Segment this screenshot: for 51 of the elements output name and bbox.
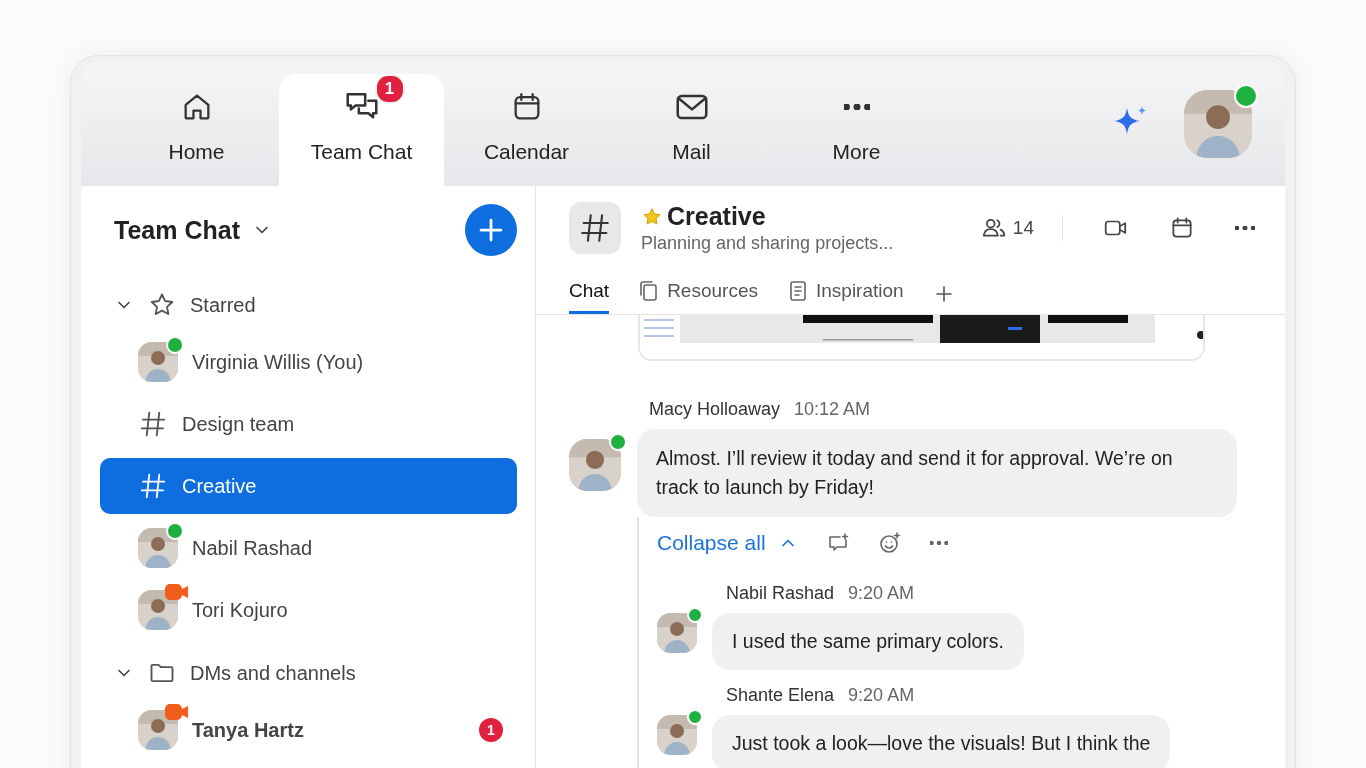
more-icon xyxy=(843,104,870,110)
message-bubble: Just took a look—love the visuals! But I think the xyxy=(712,715,1171,768)
section-label: DMs and channels xyxy=(190,661,356,685)
nav-tab[interactable]: Mail xyxy=(609,74,774,186)
avatar xyxy=(138,528,178,568)
hash-icon xyxy=(578,211,612,245)
hash-icon xyxy=(138,409,168,439)
message-time: 9:20 AM xyxy=(848,685,915,706)
message-bubble: I used the same primary colors. xyxy=(712,613,1025,670)
unread-badge: 1 xyxy=(479,718,503,742)
channel-title: Creative xyxy=(667,202,766,231)
emoji-icon[interactable] xyxy=(877,531,902,555)
sidebar-item[interactable]: Nabil Rashad xyxy=(100,520,517,576)
calendar-icon[interactable] xyxy=(1169,215,1195,241)
avatar xyxy=(569,439,621,491)
sidebar-item[interactable]: Creative xyxy=(100,458,517,514)
author-name: Macy Holloaway xyxy=(649,399,781,420)
avatar xyxy=(1184,89,1252,158)
nav-tab[interactable]: Home xyxy=(114,74,279,186)
message-time: 9:20 AM xyxy=(848,583,915,604)
nav-tab[interactable]: Calendar xyxy=(444,74,609,186)
avatar xyxy=(138,710,178,750)
sidebar-item[interactable]: Tanya Hartz 1 xyxy=(100,702,517,758)
avatar xyxy=(138,342,178,382)
members-button[interactable]: 14 xyxy=(980,215,1063,241)
new-chat-button[interactable] xyxy=(465,204,517,256)
avatar xyxy=(657,715,697,755)
nav-tab[interactable]: 1 Team Chat xyxy=(279,74,444,186)
section-label: Starred xyxy=(190,293,256,317)
collapse-button[interactable]: Collapse all xyxy=(657,531,798,555)
hash-icon xyxy=(138,471,168,501)
sidebar-item[interactable]: Design team xyxy=(100,396,517,452)
channel-tab[interactable]: Inspiration xyxy=(785,271,904,314)
channel-tab[interactable]: Resources xyxy=(637,271,758,314)
author-name: Nabil Rashad xyxy=(726,583,835,604)
message-bubble: Almost. I’ll review it today and send it for approval. We’re on track to launch by Friday! xyxy=(637,429,1237,517)
more-icon[interactable] xyxy=(929,541,948,545)
author-name: Shante Elena xyxy=(726,685,835,706)
notification-badge: 1 xyxy=(374,74,405,104)
section-header[interactable]: Starred xyxy=(100,276,517,334)
sidebar-item[interactable]: Tori Kojuro xyxy=(100,582,517,638)
channel-tab[interactable]: Chat xyxy=(569,271,610,314)
avatar xyxy=(138,590,178,630)
channel-description: Planning and sharing projects... xyxy=(641,233,894,254)
avatar xyxy=(657,613,697,653)
sidebar-title[interactable]: Team Chat xyxy=(114,215,240,245)
section-header[interactable]: DMs and channels xyxy=(100,644,517,702)
message-time: 10:12 AM xyxy=(794,399,871,420)
sidebar-item[interactable]: Virginia Willis (You) xyxy=(100,334,517,390)
nav-tab[interactable]: More xyxy=(774,74,939,186)
more-icon[interactable] xyxy=(1235,226,1255,230)
